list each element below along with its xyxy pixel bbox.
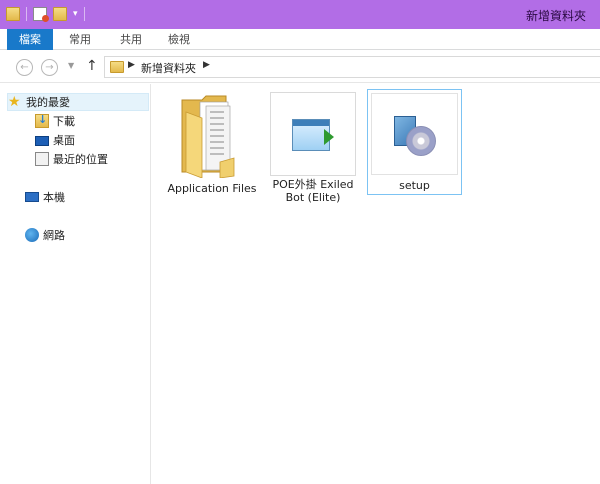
nav-item-network[interactable]: 網路 xyxy=(25,226,65,244)
file-item-folder[interactable]: Application Files xyxy=(162,88,262,198)
nav-item-label: 我的最愛 xyxy=(26,96,70,109)
forward-arrow-icon[interactable]: → xyxy=(41,59,58,76)
recent-locations-dropdown-icon[interactable]: ▼ xyxy=(68,61,74,70)
chevron-right-icon[interactable]: ▶ xyxy=(203,60,210,70)
file-name: Application Files xyxy=(167,182,257,195)
downloads-icon xyxy=(35,113,49,128)
file-thumbnail xyxy=(371,93,458,175)
nav-item-desktop[interactable]: 桌面 xyxy=(35,131,75,149)
chevron-right-icon[interactable]: ▶ xyxy=(128,60,135,70)
tab-home[interactable]: 常用 xyxy=(60,29,100,50)
title-bar: ▾ 新增資料夾 xyxy=(0,0,600,29)
tab-view[interactable]: 檢視 xyxy=(160,29,198,50)
address-box[interactable]: ▶ 新增資料夾 ▶ xyxy=(104,56,600,78)
customize-dropdown-icon[interactable]: ▾ xyxy=(73,9,78,19)
up-arrow-icon[interactable]: ↑ xyxy=(86,58,98,74)
breadcrumb[interactable]: 新增資料夾 xyxy=(141,60,196,76)
file-thumbnail xyxy=(270,92,356,176)
nav-item-label: 網路 xyxy=(43,229,65,242)
properties-icon[interactable] xyxy=(33,7,49,22)
network-icon xyxy=(25,228,39,242)
nav-item-recent-places[interactable]: 最近的位置 xyxy=(35,150,108,168)
toolbar-separator xyxy=(83,7,85,21)
recent-places-icon xyxy=(35,152,49,166)
window-title: 新增資料夾 xyxy=(525,9,586,23)
file-name: setup xyxy=(399,179,430,192)
file-name-line-2: Bot (Elite) xyxy=(285,191,341,204)
run-arrow-icon xyxy=(324,129,334,145)
computer-icon xyxy=(25,192,39,202)
tab-file[interactable]: 檔案 xyxy=(7,29,53,50)
nav-item-favorites[interactable]: ★ 我的最愛 xyxy=(7,93,149,111)
address-bar-row: ← → ▼ ↑ ▶ 新增資料夾 ▶ xyxy=(0,51,600,83)
tab-share[interactable]: 共用 xyxy=(112,29,150,50)
nav-item-label: 桌面 xyxy=(53,134,75,147)
folder-icon xyxy=(110,61,124,73)
navigation-pane: ★ 我的最愛 下載 桌面 最近的位置 本機 網路 xyxy=(0,84,151,484)
back-arrow-icon[interactable]: ← xyxy=(16,59,33,76)
cd-disc-icon xyxy=(406,126,436,156)
explorer-window: ▾ 新增資料夾 檔案 常用 共用 檢視 ← → ▼ ↑ ▶ 新增資料夾 ▶ ★ … xyxy=(0,0,600,484)
file-list: Application Files POE外掛 Exiled Bot (Elit… xyxy=(152,84,600,484)
file-item-setup[interactable]: setup xyxy=(367,89,462,195)
new-folder-icon[interactable] xyxy=(53,7,67,21)
folder-icon xyxy=(176,92,240,179)
toolbar-separator xyxy=(26,7,27,21)
folder-icon[interactable] xyxy=(6,7,20,21)
nav-item-this-pc[interactable]: 本機 xyxy=(25,188,65,206)
nav-item-label: 下載 xyxy=(53,115,75,128)
nav-item-downloads[interactable]: 下載 xyxy=(35,112,75,130)
quick-access-toolbar: ▾ xyxy=(6,5,85,23)
desktop-icon xyxy=(35,136,49,146)
file-name-line-1: POE外掛 Exiled xyxy=(272,178,354,191)
nav-item-label: 最近的位置 xyxy=(53,153,108,166)
file-item-application[interactable]: POE外掛 Exiled Bot (Elite) xyxy=(268,90,358,208)
ribbon-tabs: 檔案 常用 共用 檢視 xyxy=(0,29,600,50)
nav-item-label: 本機 xyxy=(43,191,65,204)
star-icon: ★ xyxy=(8,94,21,110)
